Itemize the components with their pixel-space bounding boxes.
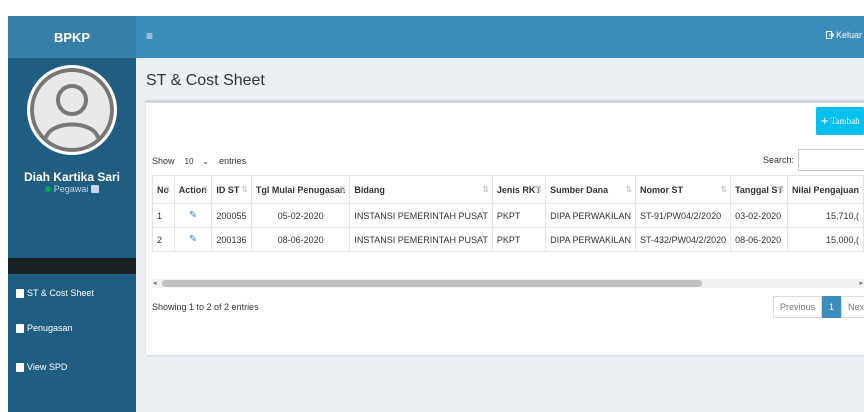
st-table: No ⇅ Action ⇅ ID ST ⇅ Tgl Mulai Penugasan ⇅ …: [152, 175, 864, 252]
search-input[interactable]: [798, 149, 864, 171]
cell-nilai-pengajuan: 15,000,(: [786, 227, 864, 252]
user-role-label: Pegawai: [53, 184, 89, 194]
cell-action: ✎: [173, 227, 213, 252]
sort-icon: ⇅: [625, 185, 633, 194]
column-header[interactable]: Bidang ⇅: [349, 175, 493, 204]
book-icon: [16, 323, 24, 333]
cell-nilai-pengajuan: 15,710,(: [786, 203, 864, 228]
table-header-row: No ⇅ Action ⇅ ID ST ⇅ Tgl Mulai Penugasan ⇅ …: [152, 175, 864, 204]
brand-logo[interactable]: BPKP: [8, 16, 136, 58]
cell-sumber-dana: DIPA PERWAKILAN: [545, 227, 637, 252]
horizontal-scrollbar[interactable]: ◂ ▸: [152, 279, 864, 288]
column-header[interactable]: Jenis RKT ⇅: [491, 175, 547, 204]
book-icon: [16, 288, 24, 298]
sort-icon: ⇅: [482, 185, 489, 194]
online-status-icon: [44, 186, 51, 192]
user-name: Diah Kartika Sari: [23, 170, 121, 184]
column-header[interactable]: Nilai Pengajuan: [786, 175, 864, 204]
scrollbar-thumb[interactable]: [162, 280, 702, 287]
sidebar-item-label: Penugasan: [27, 323, 73, 333]
column-header[interactable]: No ⇅: [152, 175, 175, 204]
sort-icon: ⇅: [339, 185, 347, 194]
page-1-button[interactable]: 1: [822, 296, 842, 318]
sort-icon: ⇅: [201, 185, 209, 194]
chevron-down-icon: ⌄: [202, 156, 210, 166]
search-control: Search:: [763, 149, 864, 171]
column-header[interactable]: Action ⇅: [173, 175, 213, 204]
add-button-label: Tambah: [830, 116, 860, 126]
cell-id-st: 200136: [211, 227, 252, 252]
sort-icon: ⇅: [777, 185, 784, 194]
book-icon: [16, 362, 24, 372]
column-header[interactable]: Nomor ST ⇅: [635, 175, 732, 204]
sidebar-item-view-spd[interactable]: View SPD: [16, 362, 67, 372]
scroll-right-arrow-icon[interactable]: ▸: [859, 279, 863, 287]
cell-nomor-st: ST-432/PW04/2/2020: [635, 227, 732, 252]
table-row: 1 ✎ 200055 05-02-2020 INSTANSI PEMERINTA…: [152, 203, 864, 228]
sidebar-item-penugasan[interactable]: Penugasan: [16, 323, 73, 333]
entries-label: entries: [219, 156, 247, 166]
cell-action: ✎: [173, 203, 213, 228]
entries-select-value: 10: [184, 156, 194, 166]
sidebar-item-label: ST & Cost Sheet: [27, 288, 94, 298]
edit-profile-icon[interactable]: [91, 185, 100, 193]
page-title: ST & Cost Sheet: [146, 72, 265, 89]
column-header[interactable]: Tanggal ST ⇅: [730, 175, 788, 204]
user-role: Pegawai: [8, 184, 136, 194]
show-label: Show: [152, 156, 175, 166]
cell-nomor-st: ST-91/PW04/2/2020: [635, 203, 732, 228]
sort-icon: ⇅: [241, 185, 248, 194]
sidebar-item-label: View SPD: [27, 362, 68, 372]
sidebar-item-st-cost-sheet[interactable]: ST & Cost Sheet: [16, 288, 94, 298]
logout-icon: [825, 31, 834, 39]
cell-tgl-mulai: 05-02-2020: [250, 203, 351, 228]
cell-no: 2: [152, 227, 175, 252]
edit-icon[interactable]: ✎: [189, 234, 197, 245]
table-row: 2 ✎ 200136 08-06-2020 INSTANSI PEMERINTA…: [152, 227, 864, 252]
pagination: Previous 1 Next: [773, 296, 864, 318]
avatar: [27, 65, 117, 155]
previous-page-button[interactable]: Previous: [773, 296, 823, 318]
cell-sumber-dana: DIPA PERWAKILAN: [545, 203, 637, 228]
cell-tanggal-st: 08-06-2020: [730, 227, 788, 252]
column-header[interactable]: Tgl Mulai Penugasan ⇅: [250, 175, 351, 204]
cell-tanggal-st: 03-02-2020: [730, 203, 788, 228]
cell-jenis-rkt: PKPT: [491, 227, 547, 252]
logout-label: Keluar: [835, 30, 862, 40]
sort-icon: ⇅: [535, 185, 543, 194]
cell-id-st: 200055: [211, 203, 252, 228]
plus-icon: +: [820, 115, 829, 127]
next-page-button[interactable]: Next: [841, 296, 864, 318]
entries-select[interactable]: 10 ⌄: [179, 152, 215, 170]
search-label: Search:: [763, 155, 795, 165]
cell-tgl-mulai: 08-06-2020: [250, 227, 351, 252]
content-panel: + Tambah Show 10 ⌄ entries Search: No ⇅ A…: [146, 100, 864, 355]
cell-no: 1: [152, 203, 175, 228]
sidebar: Diah Kartika Sari Pegawai ST & Cost Shee…: [8, 58, 136, 412]
cell-jenis-rkt: PKPT: [491, 203, 547, 228]
sort-icon: ⇅: [164, 185, 171, 194]
sidebar-divider: [8, 258, 136, 274]
cell-bidang: INSTANSI PEMERINTAH PUSAT: [349, 203, 493, 228]
cell-bidang: INSTANSI PEMERINTAH PUSAT: [349, 227, 493, 252]
sort-icon: ⇅: [720, 185, 728, 194]
logout-button[interactable]: Keluar: [825, 30, 862, 40]
entries-length-control: Show 10 ⌄ entries: [152, 152, 246, 170]
hamburger-icon[interactable]: ≡: [146, 29, 153, 43]
scroll-left-arrow-icon[interactable]: ◂: [153, 279, 157, 287]
add-button[interactable]: + Tambah: [816, 107, 864, 135]
column-header[interactable]: ID ST ⇅: [211, 175, 252, 204]
table-info: Showing 1 to 2 of 2 entries: [152, 302, 259, 312]
top-navbar: BPKP ≡ Keluar: [8, 16, 864, 58]
edit-icon[interactable]: ✎: [189, 210, 197, 221]
column-header[interactable]: Sumber Dana ⇅: [545, 175, 637, 204]
